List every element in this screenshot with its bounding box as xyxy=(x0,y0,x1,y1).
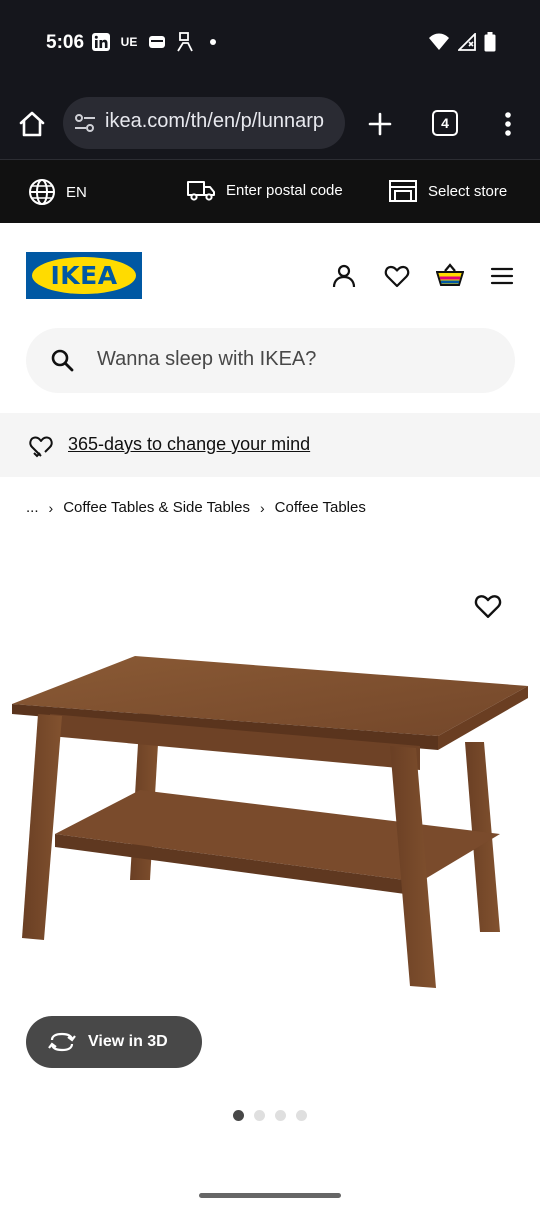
carousel-dot[interactable] xyxy=(254,1110,265,1121)
carousel-indicator xyxy=(233,1110,307,1121)
accessibility-icon xyxy=(176,32,194,52)
rotate-3d-icon xyxy=(48,1032,76,1052)
status-icons-left: UE xyxy=(92,32,222,52)
browser-toolbar: ikea.com/th/en/p/lunnarp 4 xyxy=(0,88,540,160)
carousel-dot[interactable] xyxy=(233,1110,244,1121)
delivery-truck-icon xyxy=(187,181,215,201)
site-settings-icon[interactable] xyxy=(73,111,97,135)
view-in-3d-label[interactable]: View in 3D xyxy=(88,1033,168,1051)
globe-icon xyxy=(29,179,55,205)
search-icon xyxy=(50,348,74,372)
favourites-button[interactable] xyxy=(384,263,410,289)
chevron-right-icon: › xyxy=(48,499,54,516)
battery-icon xyxy=(484,32,496,57)
utility-bar: EN Enter postal code Select store xyxy=(0,160,540,223)
add-to-favourites-button[interactable] xyxy=(474,592,502,620)
hamburger-menu-button[interactable] xyxy=(489,263,515,289)
heart-return-icon xyxy=(28,433,54,459)
postal-code-label[interactable]: Enter postal code xyxy=(226,182,343,199)
plus-icon xyxy=(368,112,392,136)
tab-switcher-button[interactable]: 4 xyxy=(432,110,458,136)
carousel-dot[interactable] xyxy=(296,1110,307,1121)
cart-button[interactable] xyxy=(435,263,465,289)
carousel-dot[interactable] xyxy=(275,1110,286,1121)
site-header: IKEA xyxy=(0,223,540,323)
dot-icon xyxy=(204,33,222,51)
wallet-icon xyxy=(148,33,166,51)
promo-banner: 365-days to change your mind xyxy=(0,413,540,477)
ue-text-icon: UE xyxy=(120,35,138,49)
ikea-logo[interactable]: IKEA xyxy=(26,252,142,299)
linkedin-icon xyxy=(92,33,110,51)
select-store-button[interactable]: Select store xyxy=(388,178,507,204)
new-tab-button[interactable] xyxy=(364,108,396,140)
select-store-label[interactable]: Select store xyxy=(428,183,507,200)
url-text[interactable]: ikea.com/th/en/p/lunnarp xyxy=(105,110,341,133)
status-icons-right xyxy=(428,31,496,57)
language-selector[interactable]: EN xyxy=(28,178,87,206)
shopping-bag-icon xyxy=(435,263,465,286)
return-policy-link[interactable]: 365-days to change your mind xyxy=(68,434,310,455)
wifi-icon xyxy=(428,33,450,56)
address-bar[interactable]: ikea.com/th/en/p/lunnarp xyxy=(63,97,345,149)
logo-text: IKEA xyxy=(50,261,118,290)
home-icon xyxy=(19,111,45,137)
breadcrumb-coffee-tables[interactable]: Coffee Tables xyxy=(275,499,366,516)
breadcrumb-ellipsis[interactable]: ... xyxy=(26,499,39,516)
store-icon xyxy=(389,180,417,202)
user-icon xyxy=(332,264,356,288)
postal-code-button[interactable]: Enter postal code xyxy=(186,178,343,202)
heart-icon xyxy=(474,595,502,618)
more-vert-icon xyxy=(505,112,511,136)
view-in-3d-button[interactable]: View in 3D xyxy=(26,1016,202,1068)
account-button[interactable] xyxy=(331,263,357,289)
search-input[interactable]: Wanna sleep with IKEA? xyxy=(26,328,515,393)
search-placeholder[interactable]: Wanna sleep with IKEA? xyxy=(97,348,316,371)
status-time: 5:06 xyxy=(46,32,85,53)
home-button[interactable] xyxy=(16,108,48,140)
browser-menu-button[interactable] xyxy=(496,108,520,140)
coffee-table-image xyxy=(12,656,528,988)
breadcrumb-coffee-side-tables[interactable]: Coffee Tables & Side Tables xyxy=(63,499,250,516)
signal-icon xyxy=(456,31,476,56)
heart-icon xyxy=(384,265,410,288)
chevron-right-icon: › xyxy=(259,499,265,516)
product-gallery[interactable]: View in 3D xyxy=(0,560,540,1080)
gesture-navigation-bar[interactable] xyxy=(199,1193,341,1198)
language-label[interactable]: EN xyxy=(66,184,87,201)
hamburger-icon xyxy=(490,267,514,285)
status-bar: 5:06 UE xyxy=(0,0,540,88)
breadcrumb: ... › Coffee Tables & Side Tables › Coff… xyxy=(26,499,366,516)
